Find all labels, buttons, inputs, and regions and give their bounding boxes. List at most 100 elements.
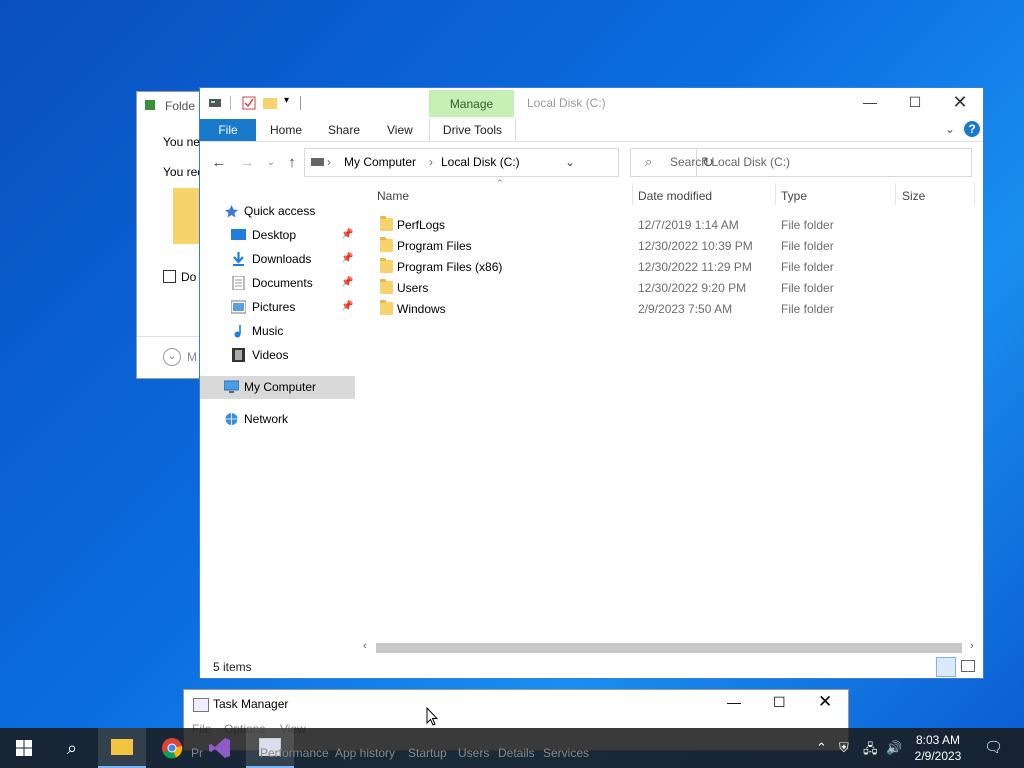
toolbar-separator [300,96,301,110]
file-row[interactable]: Program Files 12/30/2022 10:39 PM File f… [376,236,976,257]
large-icons-view-icon[interactable] [961,660,975,672]
pin-icon: 📌 [341,277,354,288]
tm-tab-startup[interactable]: Startup [408,746,447,760]
file-name: Program Files [397,239,472,253]
start-button[interactable] [0,728,48,768]
divider [137,336,207,337]
breadcrumb-local-disk[interactable]: Local Disk (C:) [441,155,520,169]
column-type[interactable]: Type [781,189,807,203]
tm-tab-details[interactable]: Details [498,746,535,760]
taskbar-file-explorer[interactable] [98,728,146,768]
pin-icon: 📌 [341,301,354,312]
horizontal-scrollbar[interactable]: ‹ › [360,639,980,657]
security-icon[interactable]: ⛨ [839,740,849,756]
folder-icon [380,279,393,294]
expand-icon[interactable]: ⌄ [163,348,181,366]
tab-file[interactable]: File [200,119,256,141]
tm-tab-app-history[interactable]: App history [335,746,395,760]
file-explorer-window[interactable]: ▾ Manage Local Disk (C:) — ☐ ✕ File Home… [199,87,984,679]
checkbox[interactable] [163,270,176,283]
column-separator[interactable] [775,183,776,205]
tm-tab-users[interactable]: Users [458,746,489,760]
file-row[interactable]: Program Files (x86) 12/30/2022 11:29 PM … [376,257,976,278]
address-dropdown-icon[interactable]: ⌄ [565,155,575,169]
clock[interactable]: 8:03 AM 2/9/2023 [908,732,968,764]
nav-downloads[interactable]: Downloads [252,248,311,270]
tab-view[interactable]: View [387,119,413,141]
column-name[interactable]: Name [377,189,409,203]
chrome-icon [162,738,183,759]
minimize-button[interactable]: — [847,88,893,116]
back-button[interactable]: ← [208,152,230,172]
recent-locations-button[interactable]: ⌄ [260,152,282,172]
column-separator[interactable] [632,183,633,205]
pin-icon: 📌 [341,229,354,240]
folder-icon [380,258,393,273]
computer-icon [224,380,239,393]
maximize-button[interactable]: ☐ [892,88,938,116]
folder-icon [173,188,199,244]
status-item-count: 5 items [213,660,252,674]
volume-icon[interactable]: 🔊 [886,740,902,756]
tm-tab-services[interactable]: Services [543,746,589,760]
more-label: M [187,350,197,364]
new-folder-icon[interactable] [263,96,277,110]
file-date: 2/9/2023 7:50 AM [638,302,733,316]
column-separator[interactable] [895,183,896,205]
nav-pictures[interactable]: Pictures [252,296,295,318]
nav-videos[interactable]: Videos [252,344,288,366]
nav-my-computer[interactable]: My Computer [244,376,316,398]
column-separator[interactable] [974,183,975,205]
nav-desktop[interactable]: Desktop [252,224,296,246]
scrollbar-thumb[interactable] [376,643,962,653]
nav-network[interactable]: Network [244,408,288,430]
breadcrumb-my-computer[interactable]: My Computer [344,155,416,169]
file-name: PerfLogs [397,218,446,232]
tm-maximize-button[interactable]: ☐ [773,694,786,711]
tab-share[interactable]: Share [328,119,360,141]
tab-home[interactable]: Home [270,119,302,141]
documents-icon [232,276,245,290]
network-tray-icon[interactable]: 🖧 [863,740,878,762]
scroll-left-icon[interactable]: ‹ [363,640,367,652]
check-icon[interactable] [242,96,256,110]
scroll-right-icon[interactable]: › [970,640,974,652]
search-button[interactable]: ⌕ [48,728,96,768]
dialog-text-1: You ne [163,135,200,149]
help-icon[interactable]: ? [964,121,980,137]
desktop-icon [231,229,246,240]
tm-close-button[interactable]: ✕ [818,692,832,712]
toolbar-separator [230,96,231,110]
nav-quick-access[interactable]: Quick access [244,200,315,222]
nav-music[interactable]: Music [252,320,283,342]
tm-tab-performance[interactable]: Performance [260,746,329,760]
tab-drive-tools[interactable]: Drive Tools [429,119,516,141]
breadcrumb-chevron-icon[interactable]: › [327,155,331,169]
file-row[interactable]: PerfLogs 12/7/2019 1:14 AM File folder [376,215,976,236]
taskbar-chrome[interactable] [148,728,196,768]
details-view-icon[interactable] [936,657,956,677]
tm-minimize-button[interactable]: — [727,694,741,710]
nav-documents[interactable]: Documents [252,272,313,294]
address-bar[interactable]: › My Computer › Local Disk (C:) ⌄ ↻ [304,148,714,177]
file-date: 12/7/2019 1:14 AM [638,218,739,232]
taskbar-visual-studio[interactable] [196,728,244,768]
manage-group-label: Manage [429,90,514,117]
tm-tab-processes[interactable]: Pr [191,746,203,760]
show-hidden-icons-icon[interactable]: ⌃ [816,740,827,756]
column-size[interactable]: Size [902,189,925,203]
file-type: File folder [781,260,834,274]
breadcrumb-chevron-icon[interactable]: › [429,155,433,169]
properties-icon[interactable] [208,96,222,110]
background-dialog[interactable]: Folde You ne You rec Do ⌄ M [136,91,208,379]
file-row[interactable]: Users 12/30/2022 9:20 PM File folder [376,278,976,299]
forward-button[interactable]: → [236,152,258,172]
search-box[interactable]: ⌕ Search Local Disk (C:) [630,148,972,177]
close-button[interactable]: ✕ [937,88,983,116]
expand-ribbon-icon[interactable]: ⌄ [945,122,955,136]
customize-qat-icon[interactable]: ▾ [284,95,289,106]
notifications-icon[interactable]: 🗨 [984,738,1003,756]
file-row[interactable]: Windows 2/9/2023 7:50 AM File folder [376,299,976,320]
up-button[interactable]: ↑ [281,152,303,172]
column-date-modified[interactable]: Date modified [638,189,712,203]
